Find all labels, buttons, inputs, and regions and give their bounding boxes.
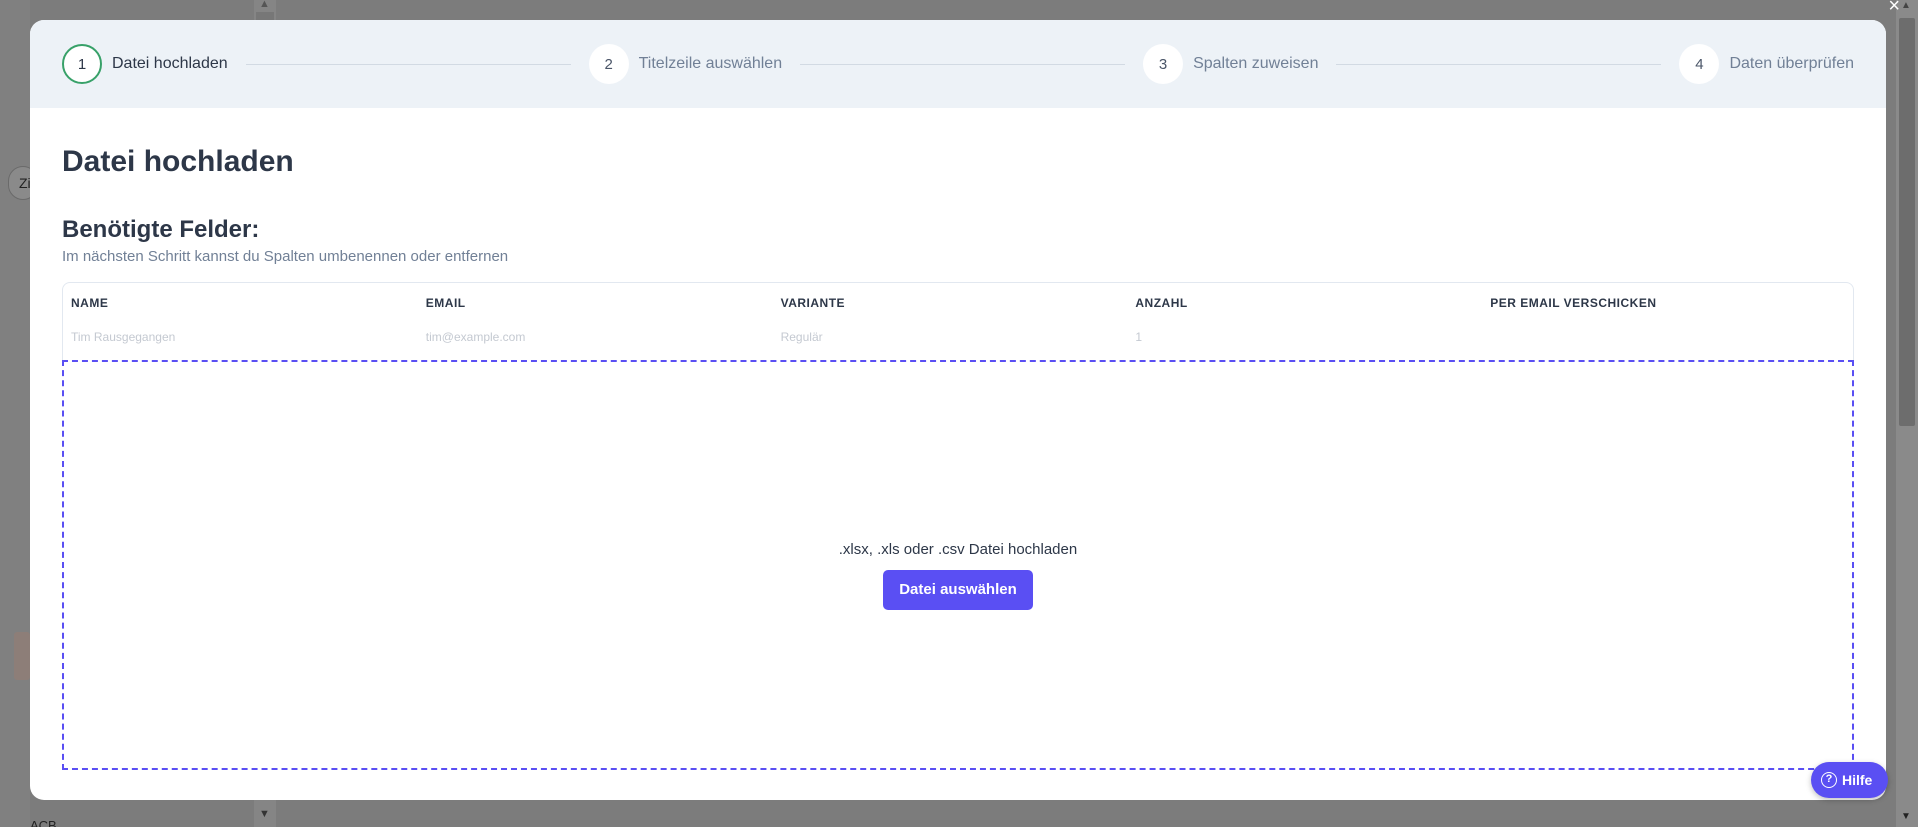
step-review: 4 Daten überprüfen: [1679, 44, 1854, 84]
sample-cell-variant: Regulär: [780, 330, 823, 344]
sample-cell-name: Tim Rausgegangen: [71, 330, 176, 344]
step-label-map-columns: Spalten zuweisen: [1193, 55, 1319, 72]
scroll-down-icon[interactable]: ▼: [1901, 811, 1911, 822]
file-dropzone[interactable]: .xlsx, .xls oder .csv Datei hochladen Da…: [62, 360, 1854, 770]
background-scrollbar-thumb: [256, 12, 274, 20]
fields-subtitle: Im nächsten Schritt kannst du Spalten um…: [62, 248, 509, 265]
help-icon: ?: [1821, 772, 1837, 788]
step-map-columns: 3 Spalten zuweisen: [1143, 44, 1318, 84]
background-scroll-up-icon: ▲: [259, 0, 270, 10]
background-scroll-down-icon: ▼: [259, 808, 270, 820]
import-modal: 1 Datei hochladen 2 Titelzeile auswählen…: [30, 20, 1886, 800]
modal-content: Datei hochladen Benötigte Felder: Im näc…: [30, 144, 1886, 362]
scroll-up-icon[interactable]: ▲: [1901, 0, 1911, 11]
step-upload: 1 Datei hochladen: [62, 44, 228, 84]
stepper: 1 Datei hochladen 2 Titelzeile auswählen…: [30, 20, 1886, 108]
step-number-3: 3: [1143, 44, 1184, 84]
page-scrollbar-thumb[interactable]: [1899, 18, 1915, 426]
background-app-strip: [0, 0, 30, 827]
page-scrollbar[interactable]: ▲ ▼: [1896, 0, 1918, 827]
background-partial-text: ACB: [30, 818, 57, 827]
required-fields-table: NAME EMAIL VARIANTE ANZAHL PER EMAIL VER…: [62, 282, 1854, 362]
step-number-4: 4: [1679, 44, 1720, 84]
step-number-1: 1: [62, 44, 102, 84]
background-partial-element: [14, 632, 30, 680]
table-header-row: NAME EMAIL VARIANTE ANZAHL PER EMAIL VER…: [63, 283, 1853, 323]
table-row: Tim Rausgegangen tim@example.com Regulär…: [63, 327, 1853, 347]
step-number-2: 2: [588, 44, 629, 84]
step-connector: [245, 63, 571, 65]
sample-cell-quantity: 1: [1135, 330, 1143, 344]
dropzone-text: .xlsx, .xls oder .csv Datei hochladen: [838, 540, 1078, 558]
column-header-email: EMAIL: [425, 296, 466, 310]
column-header-send-email: PER EMAIL VERSCHICKEN: [1490, 296, 1657, 310]
step-connector: [1336, 63, 1662, 65]
help-button[interactable]: ? Hilfe: [1811, 762, 1889, 798]
sample-cell-email: tim@example.com: [425, 330, 526, 344]
step-header-row: 2 Titelzeile auswählen: [588, 44, 783, 84]
page-title: Datei hochladen: [62, 145, 294, 178]
step-label-upload: Datei hochladen: [112, 55, 228, 72]
step-label-review: Daten überprüfen: [1729, 55, 1854, 72]
column-header-quantity: ANZAHL: [1135, 296, 1188, 310]
step-label-header-row: Titelzeile auswählen: [638, 55, 783, 72]
select-file-button[interactable]: Datei auswählen: [883, 569, 1033, 610]
help-label: Hilfe: [1842, 772, 1873, 788]
fields-heading: Benötigte Felder:: [62, 216, 260, 243]
column-header-name: NAME: [71, 296, 109, 310]
step-connector: [800, 63, 1126, 65]
close-icon[interactable]: ×: [1888, 0, 1900, 16]
column-header-variant: VARIANTE: [780, 296, 846, 310]
